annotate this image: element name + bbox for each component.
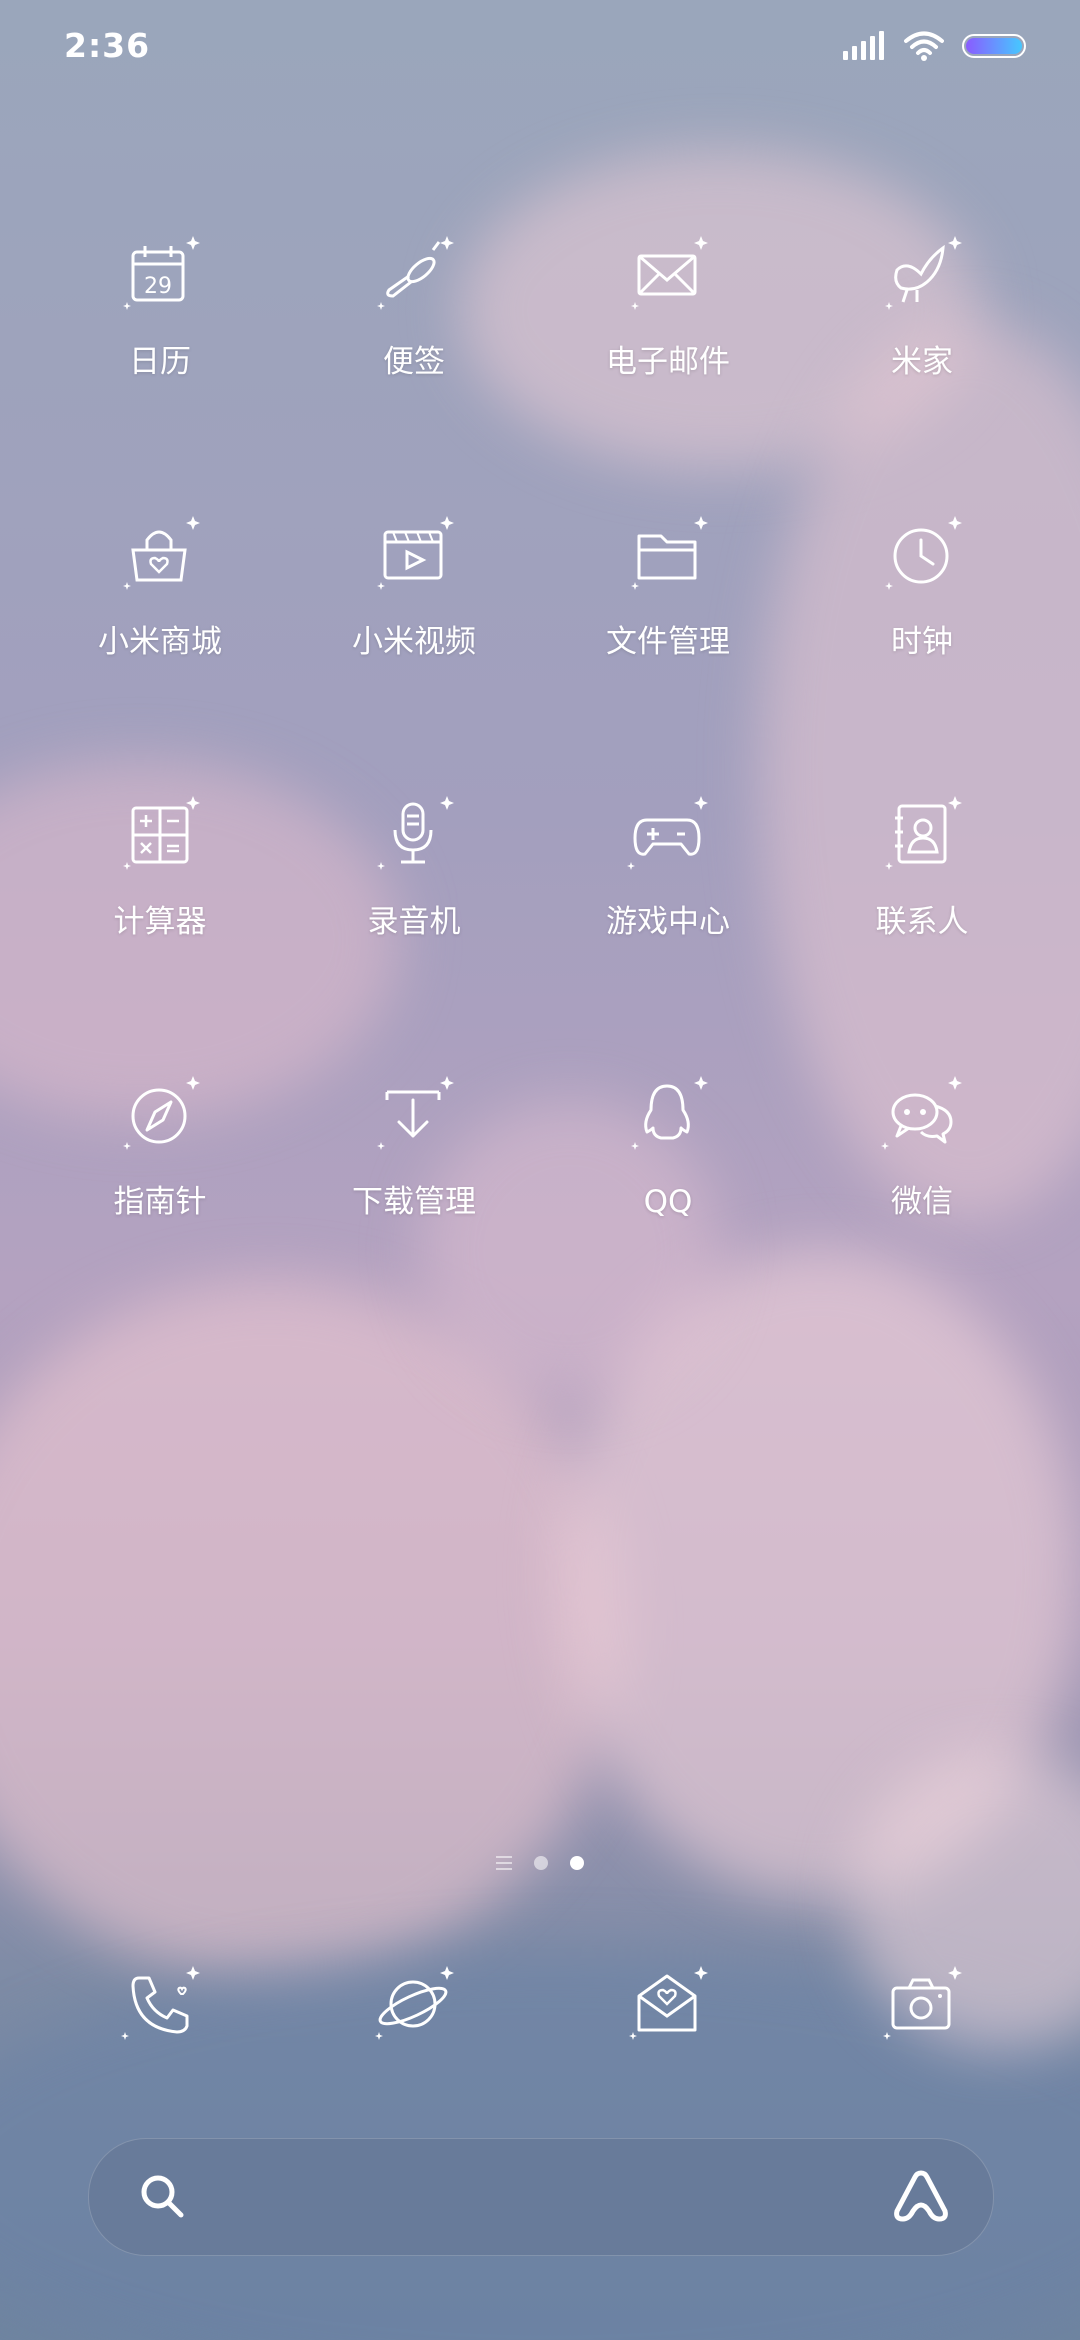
app-file-manager[interactable]: 文件管理 [568,510,768,662]
clock-icon [885,516,962,590]
page-dot[interactable] [534,1856,548,1870]
app-label: 指南针 [113,1184,207,1220]
app-label: 便签 [383,344,445,380]
app-downloads[interactable]: 下载管理 [314,1070,514,1222]
app-contacts[interactable]: 联系人 [822,790,1022,942]
notes-icon [377,236,454,310]
calendar-icon: 29 [123,236,200,310]
app-label: 小米商城 [98,624,222,660]
app-label: 米家 [891,344,953,380]
app-label: 下载管理 [352,1184,476,1220]
app-clock[interactable]: 时钟 [822,510,1022,662]
video-icon [377,516,454,590]
app-label: 文件管理 [606,624,730,660]
app-wechat[interactable]: 微信 [822,1070,1022,1222]
page-list-icon[interactable] [496,1856,512,1870]
app-label: 联系人 [875,904,969,940]
app-game-center[interactable]: 游戏中心 [568,790,768,942]
app-calendar[interactable]: 29 日历 [60,230,260,382]
email-icon [631,236,708,310]
app-email[interactable]: 电子邮件 [568,230,768,382]
qq-icon [631,1076,708,1150]
app-qq[interactable]: QQ [568,1070,768,1222]
app-mijia[interactable]: 米家 [822,230,1022,382]
status-bar: 2:36 [0,0,1080,96]
app-label: 微信 [891,1184,953,1220]
microphone-icon [377,796,454,870]
folder-icon [631,516,708,590]
calculator-icon [123,796,200,870]
app-notes[interactable]: 便签 [314,230,514,382]
app-label: 计算器 [113,904,207,940]
dock-messages[interactable] [568,1960,768,2050]
browser-planet-icon [375,1966,454,2040]
status-icons [842,30,1028,62]
page-indicator [0,1856,1080,1870]
dock-phone[interactable] [60,1960,260,2050]
mijia-icon [885,236,962,310]
wechat-icon [881,1076,962,1150]
signal-icon [843,31,884,60]
app-mi-video[interactable]: 小米视频 [314,510,514,662]
calendar-day: 29 [144,274,172,299]
camera-icon [883,1966,962,2040]
messages-icon [629,1966,708,2040]
page-dot-active[interactable] [570,1856,584,1870]
search-bar[interactable] [88,2138,994,2256]
dock-camera[interactable] [822,1960,1022,2050]
phone-icon [121,1966,200,2040]
app-recorder[interactable]: 录音机 [314,790,514,942]
download-icon [377,1076,454,1150]
dock [0,1960,1080,2070]
search-icon[interactable] [133,2167,193,2227]
battery-icon [962,34,1026,58]
app-label: QQ [643,1184,693,1220]
app-calculator[interactable]: 计算器 [60,790,260,942]
app-label: 时钟 [891,624,953,660]
shopping-bag-icon [123,516,200,590]
gamepad-icon [627,796,708,870]
app-label: 小米视频 [352,624,476,660]
app-label: 日历 [129,344,191,380]
wifi-icon [904,31,944,61]
app-label: 电子邮件 [606,344,730,380]
contacts-icon [885,796,962,870]
status-time: 2:36 [64,26,151,65]
app-compass[interactable]: 指南针 [60,1070,260,1222]
compass-icon [123,1076,200,1150]
dock-browser[interactable] [314,1960,514,2050]
app-mi-store[interactable]: 小米商城 [60,510,260,662]
app-label: 录音机 [367,904,461,940]
assistant-a-icon[interactable] [889,2165,953,2229]
app-label: 游戏中心 [606,904,730,940]
